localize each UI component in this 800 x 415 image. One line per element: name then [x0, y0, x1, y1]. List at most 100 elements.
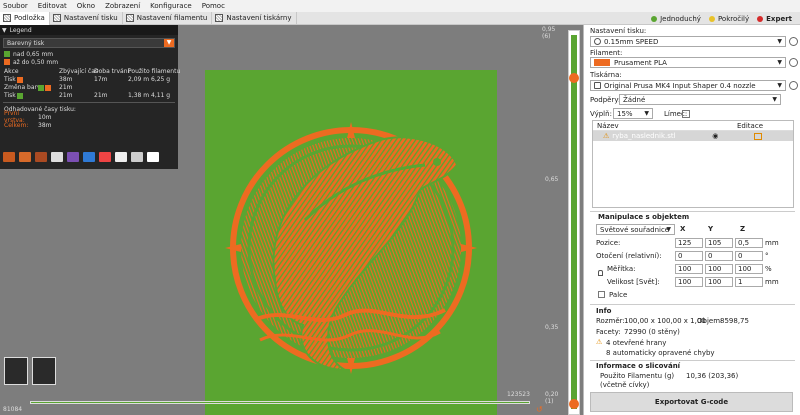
mode-advanced[interactable]: Pokročilý	[708, 15, 749, 23]
pause-prints-icon[interactable]	[115, 152, 127, 162]
menu-soubor[interactable]: Soubor	[3, 2, 28, 10]
lock-icon[interactable]	[598, 270, 603, 276]
fish-engraving-art	[225, 122, 477, 374]
travel-icon[interactable]	[3, 152, 15, 162]
size-y-input[interactable]: 100	[705, 277, 733, 287]
tab-printer-settings[interactable]: Nastavení tiskárny	[212, 11, 297, 25]
eye-icon[interactable]: ◉	[712, 132, 718, 140]
print-settings-icon	[52, 14, 61, 22]
horizontal-layer-slider[interactable]	[30, 401, 530, 404]
object-list-item[interactable]: ⚠ ryba_naslednik.stl ◉	[593, 131, 793, 141]
mode-expert-label: Expert	[766, 14, 792, 23]
sliced-model-preview[interactable]	[205, 70, 497, 415]
slider-bottom-value: 0,20	[545, 391, 559, 398]
vertical-layer-slider[interactable]: 0,95 (6) 0,65 0,35 0,20 (1) ↺	[535, 25, 583, 415]
slider-fill	[571, 35, 577, 409]
scale-x-input[interactable]: 100	[675, 264, 703, 274]
brim-checkbox[interactable]	[682, 110, 690, 118]
legend-header[interactable]: ▼ Legend	[0, 25, 178, 35]
position-z-input[interactable]: 0,5	[735, 238, 763, 248]
seams-icon[interactable]	[67, 152, 79, 162]
collapse-triangle-icon[interactable]: ▼	[2, 27, 7, 34]
scale-label: Měřítka:	[607, 265, 636, 273]
tab-printer-settings-label: Nastavení tiskárny	[226, 14, 292, 22]
3d-view-cube-icon[interactable]	[4, 357, 28, 385]
printer-select[interactable]: Original Prusa MK4 Input Shaper 0.4 nozz…	[590, 80, 786, 91]
warning-repaired-errors: 8 automaticky opravené chyby	[606, 349, 715, 357]
supports-select[interactable]: Žádné ▼	[619, 94, 781, 105]
filament-value: Prusament PLA	[614, 58, 667, 67]
printer-value: Original Prusa MK4 Input Shaper 0.4 nozz…	[604, 81, 756, 90]
legend-view-type-value: Barevný tisk	[7, 39, 45, 47]
menu-okno[interactable]: Okno	[77, 2, 95, 10]
undo-icon[interactable]: ↺	[536, 405, 543, 414]
size-label: Velikost [Svět]:	[607, 278, 660, 286]
filament-used-label: Použito Filamentu (g)	[600, 372, 675, 380]
tab-plater[interactable]: Podložka	[0, 11, 50, 25]
infill-label: Výplň:	[590, 110, 612, 118]
filament-select[interactable]: Prusament PLA ▼	[590, 57, 786, 68]
tab-print-settings[interactable]: Nastavení tisku	[50, 11, 123, 25]
tab-filament-settings[interactable]: Nastavení filamentu	[123, 11, 213, 25]
manipulation-title: Manipulace s objektem	[598, 213, 690, 221]
scale-z-input[interactable]: 100	[735, 264, 763, 274]
shells-icon[interactable]	[131, 152, 143, 162]
tool-marker-icon[interactable]	[147, 152, 159, 162]
mode-simple[interactable]: Jednoduchý	[651, 15, 701, 23]
menu-pomoc[interactable]: Pomoc	[202, 2, 225, 10]
size-z-input[interactable]: 1	[735, 277, 763, 287]
legend-table-row: Změna barvy 21m	[0, 84, 178, 92]
legend-range-high-swatch	[4, 51, 10, 57]
export-gcode-button[interactable]: Exportovat G-code	[590, 392, 793, 412]
legend-range-high: nad 0,65 mm	[0, 50, 178, 58]
retractions-icon[interactable]	[35, 152, 47, 162]
mode-expert[interactable]: Expert	[757, 15, 792, 23]
infill-select[interactable]: 15% ▼	[613, 108, 653, 119]
size-info-label: Rozměr:	[596, 317, 625, 325]
legend-view-type-select[interactable]: Barevný tisk ▼	[3, 38, 175, 48]
printer-gear-icon[interactable]	[789, 81, 798, 90]
view-toggle	[4, 357, 60, 385]
legend-total-label: Celkem:	[4, 121, 29, 129]
mode-simple-label: Jednoduchý	[660, 14, 701, 23]
rotation-y-input[interactable]: 0	[705, 251, 733, 261]
size-info-value: 100,00 x 100,00 x 1,00	[624, 317, 706, 325]
slider-track[interactable]	[568, 30, 580, 415]
legend-row-action: Tisk	[4, 92, 16, 99]
menu-editovat[interactable]: Editovat	[38, 2, 67, 10]
volume-label: Objem:	[697, 317, 723, 325]
chevron-down-icon[interactable]: ▼	[164, 39, 174, 47]
print-settings-value: 0.15mm SPEED	[604, 37, 659, 46]
rotation-z-input[interactable]: 0	[735, 251, 763, 261]
legend-first-layer: První vrstva: 10m	[0, 110, 178, 124]
supports-label: Podpěry:	[590, 96, 621, 104]
position-y-input[interactable]: 105	[705, 238, 733, 248]
slider-lower-value: 0,35	[545, 324, 559, 331]
color-change-marker-icon[interactable]	[569, 73, 579, 83]
legend-col-duration: Doba trvání	[94, 68, 130, 75]
inches-label: Palce	[609, 291, 628, 299]
infill-value: 15%	[617, 109, 633, 118]
deretractions-icon[interactable]	[51, 152, 63, 162]
print-settings-select[interactable]: 0.15mm SPEED ▼	[590, 36, 786, 47]
legend-row-color-from-swatch	[38, 85, 44, 91]
edit-icon[interactable]	[754, 132, 763, 140]
color-changes-icon[interactable]	[99, 152, 111, 162]
slider-settings-icon[interactable]	[569, 399, 579, 409]
legend-row-duration: 21m	[94, 92, 108, 99]
rotation-unit: °	[765, 252, 769, 260]
rotation-x-input[interactable]: 0	[675, 251, 703, 261]
layers-view-icon[interactable]	[32, 357, 56, 385]
filament-gear-icon[interactable]	[789, 58, 798, 67]
wipe-icon[interactable]	[19, 152, 31, 162]
menu-konfigurace[interactable]: Konfigurace	[150, 2, 192, 10]
axis-x-label: X	[680, 225, 686, 233]
print-settings-gear-icon[interactable]	[789, 37, 798, 46]
coordinate-system-select[interactable]: Světové souřadnice ▼	[596, 224, 675, 235]
position-x-input[interactable]: 125	[675, 238, 703, 248]
size-x-input[interactable]: 100	[675, 277, 703, 287]
menu-zobrazeni[interactable]: Zobrazení	[105, 2, 140, 10]
scale-y-input[interactable]: 100	[705, 264, 733, 274]
inches-checkbox[interactable]	[598, 291, 605, 298]
tool-changes-icon[interactable]	[83, 152, 95, 162]
